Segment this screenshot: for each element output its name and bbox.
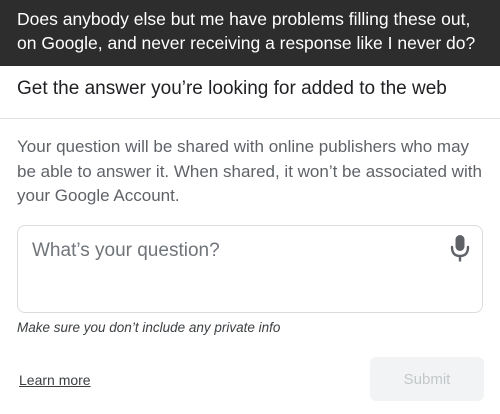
caption-overlay: Does anybody else but me have problems f… xyxy=(0,0,500,66)
dialog-title: Get the answer you’re looking for added … xyxy=(17,78,447,99)
description-text: Your question will be shared with online… xyxy=(17,137,482,205)
question-input[interactable] xyxy=(32,236,432,266)
learn-more-link[interactable]: Learn more xyxy=(19,372,91,388)
microphone-icon[interactable] xyxy=(449,234,471,264)
dialog-header: Get the answer you’re looking for added … xyxy=(0,66,500,119)
submit-button[interactable]: Submit xyxy=(370,357,484,401)
question-field[interactable] xyxy=(17,225,483,313)
caption-text: Does anybody else but me have problems f… xyxy=(17,9,476,53)
privacy-note: Make sure you don’t include any private … xyxy=(17,320,281,335)
